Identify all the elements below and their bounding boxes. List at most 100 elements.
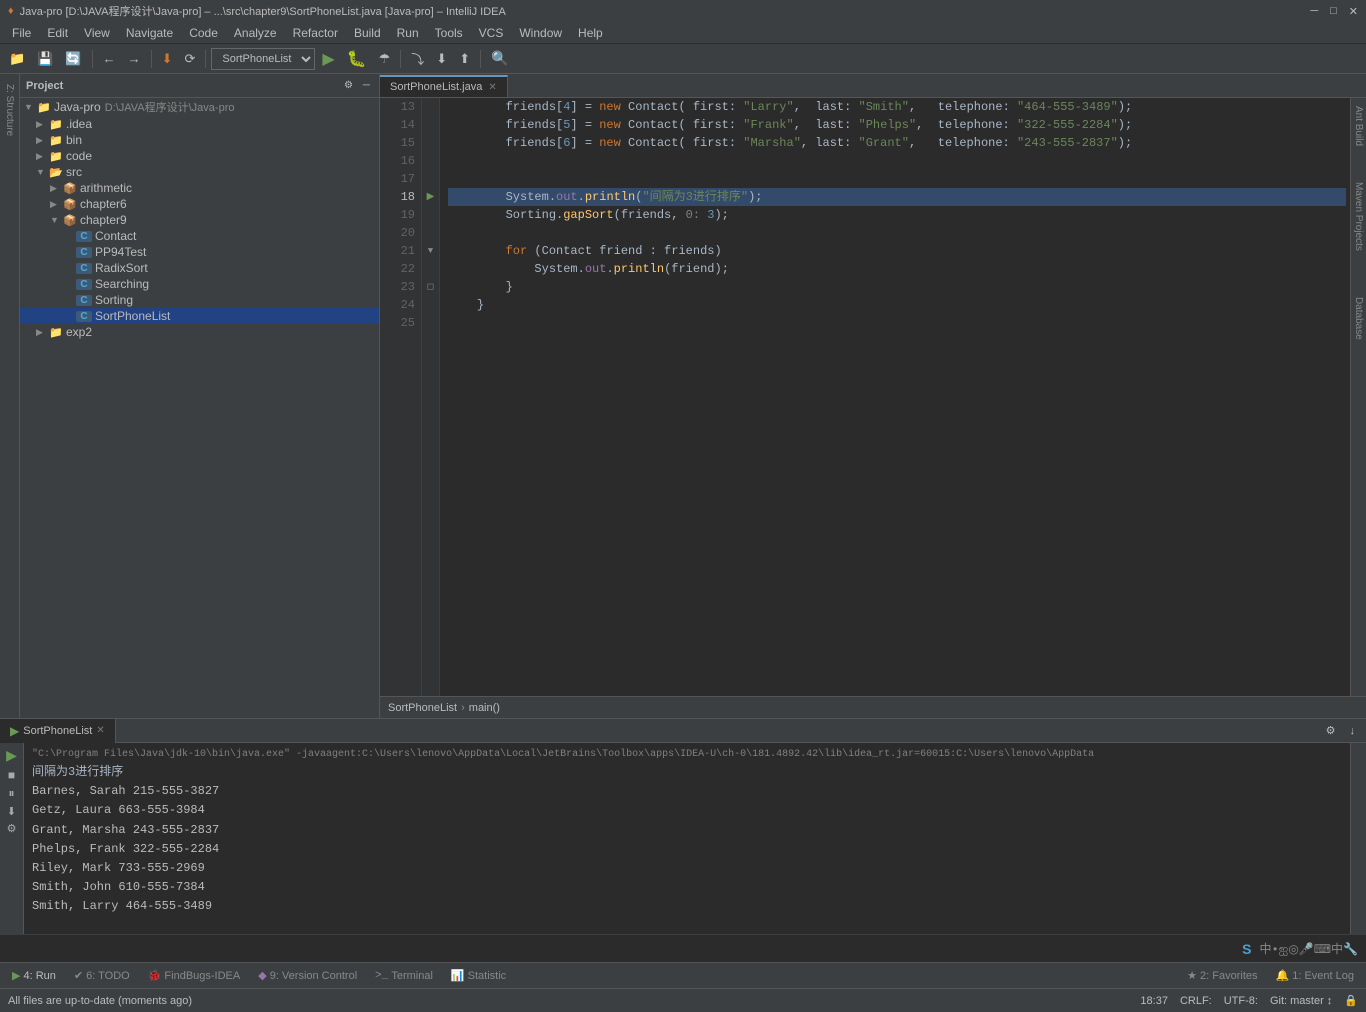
run-command-line: "C:\Program Files\Java\jdk-10\bin\java.e… — [32, 747, 1342, 763]
code-line-18: System.out.println("间隔为3进行排序"); — [448, 188, 1346, 206]
event-log-tool-btn[interactable]: 🔔 1: Event Log — [1268, 966, 1362, 985]
maven-projects-tab[interactable]: Maven Projects — [1353, 182, 1364, 251]
tree-item-Contact[interactable]: C Contact — [20, 228, 379, 244]
terminal-label: Terminal — [391, 970, 433, 982]
status-git[interactable]: Git: master ↕ — [1270, 995, 1332, 1007]
project-tree: ▼ 📁 Java-pro D:\JAVA程序设计\Java-pro ▶ 📁 .i… — [20, 98, 379, 718]
minimize-button[interactable]: ─ — [1310, 5, 1318, 18]
breadcrumb-method[interactable]: main() — [469, 702, 500, 714]
output-line-7: Smith, Larry 464-555-3489 — [32, 897, 1342, 916]
menu-item-tools[interactable]: Tools — [427, 24, 471, 42]
tree-item-chapter6[interactable]: ▶ 📦 chapter6 — [20, 196, 379, 212]
toolbar-save-btn[interactable]: 💾 — [32, 48, 58, 70]
run-tab-SortPhoneList[interactable]: ▶ SortPhoneList ✕ — [0, 719, 116, 743]
line-num-14: 14 — [386, 116, 415, 134]
menu-item-build[interactable]: Build — [346, 24, 389, 42]
stop-btn[interactable]: ■ — [8, 768, 15, 782]
scroll-to-end-btn[interactable]: ⬇ — [7, 805, 16, 818]
status-left: All files are up-to-date (moments ago) — [8, 995, 192, 1007]
project-settings-btn[interactable]: ⚙ — [341, 79, 356, 92]
code-editor[interactable]: friends[4] = new Contact( first: "Larry"… — [440, 98, 1354, 696]
output-line-1: Barnes, Sarah 215-555-3827 — [32, 782, 1342, 801]
database-tab[interactable]: Database — [1353, 297, 1364, 340]
java-icon-RadixSort: C — [76, 263, 92, 274]
close-button[interactable]: ✕ — [1349, 5, 1358, 18]
statistic-tool-btn[interactable]: 📊 Statistic — [443, 966, 514, 985]
tree-item-Searching[interactable]: C Searching — [20, 276, 379, 292]
run-tab-close[interactable]: ✕ — [96, 725, 104, 736]
status-encoding[interactable]: UTF-8: — [1224, 995, 1258, 1007]
tree-item-exp2[interactable]: ▶ 📁 exp2 — [20, 324, 379, 340]
tree-item-SortPhoneList[interactable]: C SortPhoneList — [20, 308, 379, 324]
menu-item-vcs[interactable]: VCS — [471, 24, 512, 42]
status-line-ending[interactable]: CRLF: — [1180, 995, 1212, 1007]
tab-SortPhoneList[interactable]: SortPhoneList.java ✕ — [380, 75, 508, 97]
debug-btn[interactable]: 🐛 — [342, 46, 372, 72]
menu-item-navigate[interactable]: Navigate — [118, 24, 181, 42]
tree-item-src[interactable]: ▼ 📂 src — [20, 164, 379, 180]
tree-arrow-exp2: ▶ — [36, 327, 48, 338]
toolbar-open-btn[interactable]: 📁 — [4, 48, 30, 70]
coverage-btn[interactable]: ☂ — [374, 48, 396, 70]
run-tool-btn[interactable]: ▶ 4: Run — [4, 966, 64, 985]
menu-item-edit[interactable]: Edit — [39, 24, 76, 42]
tree-item-bin[interactable]: ▶ 📁 bin — [20, 132, 379, 148]
tree-item-RadixSort[interactable]: C RadixSort — [20, 260, 379, 276]
menu-item-run[interactable]: Run — [389, 24, 427, 42]
search-everywhere-btn[interactable]: 🔍 — [486, 47, 513, 70]
folder-icon-bin: 📁 — [48, 134, 64, 147]
menu-item-help[interactable]: Help — [570, 24, 611, 42]
favorites-tool-btn[interactable]: ★ 2: Favorites — [1179, 966, 1265, 985]
event-log-icon: 🔔 — [1276, 969, 1290, 982]
tree-label-PP94Test: PP94Test — [95, 245, 146, 259]
tree-label-idea: .idea — [66, 117, 92, 131]
toolbar-build-btn[interactable]: ⬇ — [157, 48, 178, 70]
step-out-btn[interactable]: ⬆ — [454, 48, 475, 70]
vc-tool-btn[interactable]: ◆ 9: Version Control — [250, 966, 365, 985]
run-scrollbar[interactable] — [1350, 743, 1366, 934]
tree-item-idea[interactable]: ▶ 📁 .idea — [20, 116, 379, 132]
tree-arrow-chapter6: ▶ — [50, 199, 62, 210]
tree-item-arithmetic[interactable]: ▶ 📦 arithmetic — [20, 180, 379, 196]
toolbar-rebuild-btn[interactable]: ⟳ — [179, 48, 200, 70]
findbugs-tool-btn[interactable]: 🐞 FindBugs-IDEA — [140, 966, 249, 985]
rerun-btn[interactable]: ▶ — [6, 747, 17, 764]
java-icon-Sorting: C — [76, 295, 92, 306]
todo-tool-btn[interactable]: ✔ 6: TODO — [66, 966, 138, 985]
toolbar-back-btn[interactable]: ← — [98, 48, 121, 69]
maximize-button[interactable]: □ — [1330, 5, 1337, 18]
toolbar-forward-btn[interactable]: → — [123, 48, 146, 69]
tree-item-code[interactable]: ▶ 📁 code — [20, 148, 379, 164]
bottom-panel: ▶ SortPhoneList ✕ ⚙ ↓ ▶ ■ ⏸ ⬇ ⚙ "C:\Prog… — [0, 718, 1366, 962]
menu-item-window[interactable]: Window — [511, 24, 570, 42]
tree-item-PP94Test[interactable]: C PP94Test — [20, 244, 379, 260]
tree-item-Sorting[interactable]: C Sorting — [20, 292, 379, 308]
tree-item-chapter9[interactable]: ▼ 📦 chapter9 — [20, 212, 379, 228]
ime-options: 中•ஐ◎🎤⌨中🔧 — [1259, 940, 1358, 958]
run-btn[interactable]: ▶ — [317, 46, 339, 72]
menu-item-file[interactable]: File — [4, 24, 39, 42]
tree-item-root[interactable]: ▼ 📁 Java-pro D:\JAVA程序设计\Java-pro — [20, 98, 379, 116]
tab-close-SortPhoneList[interactable]: ✕ — [488, 82, 496, 93]
step-over-btn[interactable]: ⤵ — [406, 46, 429, 71]
code-line-20 — [448, 224, 1346, 242]
settings-run-btn[interactable]: ⚙ — [7, 822, 17, 835]
menu-item-analyze[interactable]: Analyze — [226, 24, 285, 42]
terminal-tool-btn[interactable]: >_ Terminal — [367, 967, 441, 985]
menu-item-refactor[interactable]: Refactor — [285, 24, 346, 42]
ant-build-tab[interactable]: Ant Build — [1353, 106, 1364, 146]
run-config-dropdown[interactable]: SortPhoneList — [211, 48, 315, 70]
pause-btn[interactable]: ⏸ — [8, 786, 14, 801]
menu-item-code[interactable]: Code — [181, 24, 226, 42]
run-close-btn[interactable]: ↓ — [1345, 722, 1361, 740]
code-line-19: Sorting.gapSort(friends, 0: 3); — [448, 206, 1346, 224]
java-icon-SortPhoneList: C — [76, 311, 92, 322]
step-into-btn[interactable]: ⬇ — [431, 48, 452, 70]
toolbar-sync-btn[interactable]: 🔄 — [60, 48, 86, 70]
run-settings-btn[interactable]: ⚙ — [1321, 721, 1341, 740]
structure-btn[interactable]: Z: Structure — [3, 80, 16, 140]
project-collapse-btn[interactable]: ─ — [360, 79, 373, 92]
breadcrumb-file[interactable]: SortPhoneList — [388, 702, 457, 714]
menu-item-view[interactable]: View — [76, 24, 118, 42]
line-num-21: 21 — [386, 242, 415, 260]
